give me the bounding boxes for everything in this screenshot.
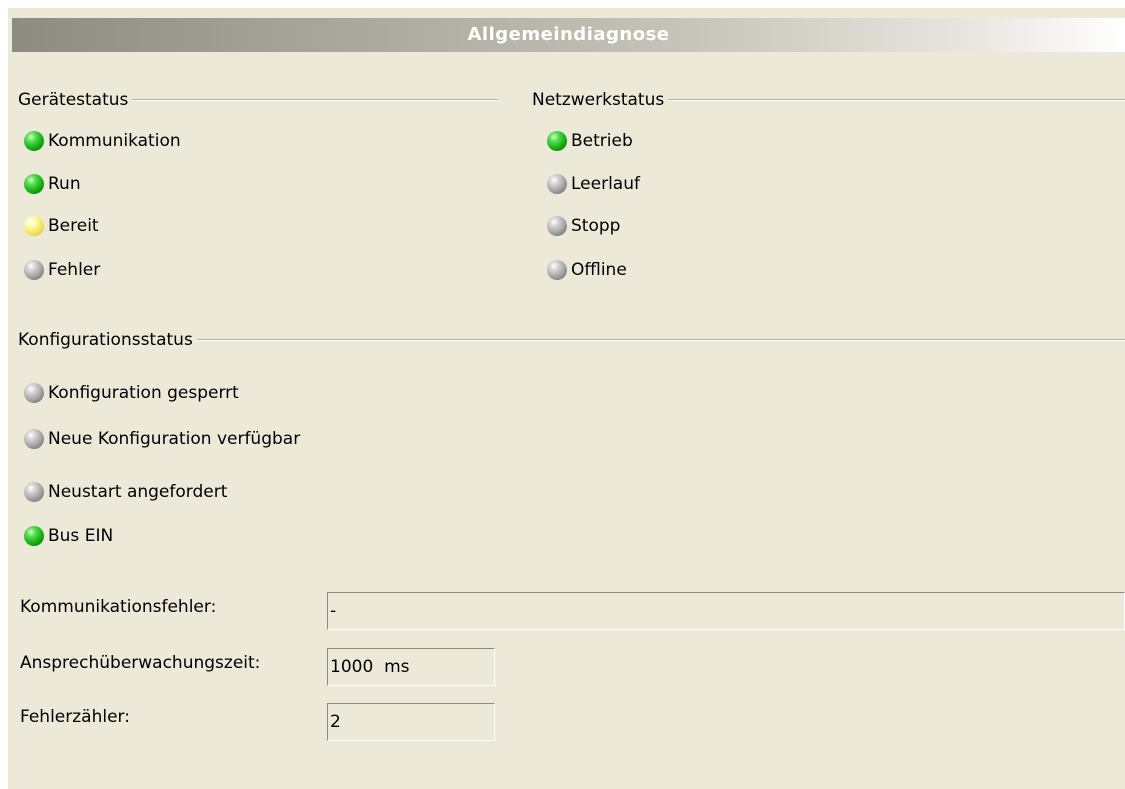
error-counter-label: Fehlerzähler:	[20, 707, 130, 727]
comm-error-field[interactable]: -	[327, 592, 1125, 630]
status-led-icon	[24, 260, 44, 280]
status-label: Bereit	[48, 216, 99, 236]
status-led-icon	[24, 174, 44, 194]
status-led-icon	[24, 216, 44, 236]
status-label: Neue Konfiguration verfügbar	[48, 429, 301, 449]
status-label: Run	[48, 174, 81, 194]
watchdog-time-field[interactable]: 1000 ms	[327, 648, 495, 686]
status-led-icon	[24, 526, 44, 546]
status-led-icon	[24, 383, 44, 403]
config-status-heading: Konfigurationsstatus	[18, 330, 193, 350]
status-run: Run	[24, 172, 81, 196]
status-leerlauf: Leerlauf	[547, 172, 640, 196]
status-fehler: Fehler	[24, 258, 100, 282]
status-led-icon	[24, 482, 44, 502]
network-status-header: Netzwerkstatus	[532, 89, 1125, 111]
device-status-header: Gerätestatus	[18, 89, 498, 111]
status-label: Betrieb	[571, 131, 633, 151]
status-label: Fehler	[48, 260, 101, 280]
status-led-icon	[547, 216, 567, 236]
status-stopp: Stopp	[547, 214, 620, 238]
status-led-icon	[24, 131, 44, 151]
status-label: Stopp	[571, 216, 621, 236]
status-led-icon	[547, 131, 567, 151]
status-kommunikation: Kommunikation	[24, 129, 181, 153]
status-offline: Offline	[547, 258, 627, 282]
divider	[132, 99, 498, 101]
config-status-header: Konfigurationsstatus	[18, 329, 1125, 351]
comm-error-label: Kommunikationsfehler:	[20, 597, 217, 617]
error-counter-field[interactable]: 2	[327, 703, 495, 741]
status-neustart-angefordert: Neustart angefordert	[24, 480, 227, 504]
device-status-heading: Gerätestatus	[18, 90, 129, 110]
status-label: Bus EIN	[48, 526, 114, 546]
diagnostics-panel: Allgemeindiagnose Gerätestatus Kommunika…	[8, 8, 1125, 789]
status-led-icon	[24, 429, 44, 449]
divider	[196, 339, 1125, 341]
status-konfiguration-gesperrt: Konfiguration gesperrt	[24, 381, 239, 405]
watchdog-time-label: Ansprechüberwachungszeit:	[20, 653, 261, 673]
status-label: Neustart angefordert	[48, 482, 228, 502]
divider	[668, 99, 1125, 101]
status-neue-konfiguration: Neue Konfiguration verfügbar	[24, 427, 300, 451]
title-bar: Allgemeindiagnose	[12, 18, 1125, 52]
status-led-icon	[547, 174, 567, 194]
status-bereit: Bereit	[24, 214, 99, 238]
status-label: Konfiguration gesperrt	[48, 383, 239, 403]
status-betrieb: Betrieb	[547, 129, 633, 153]
network-status-heading: Netzwerkstatus	[532, 90, 665, 110]
status-label: Leerlauf	[571, 174, 640, 194]
status-led-icon	[547, 260, 567, 280]
status-label: Offline	[571, 260, 627, 280]
status-label: Kommunikation	[48, 131, 181, 151]
page-title: Allgemeindiagnose	[467, 24, 670, 45]
status-bus-ein: Bus EIN	[24, 524, 113, 548]
